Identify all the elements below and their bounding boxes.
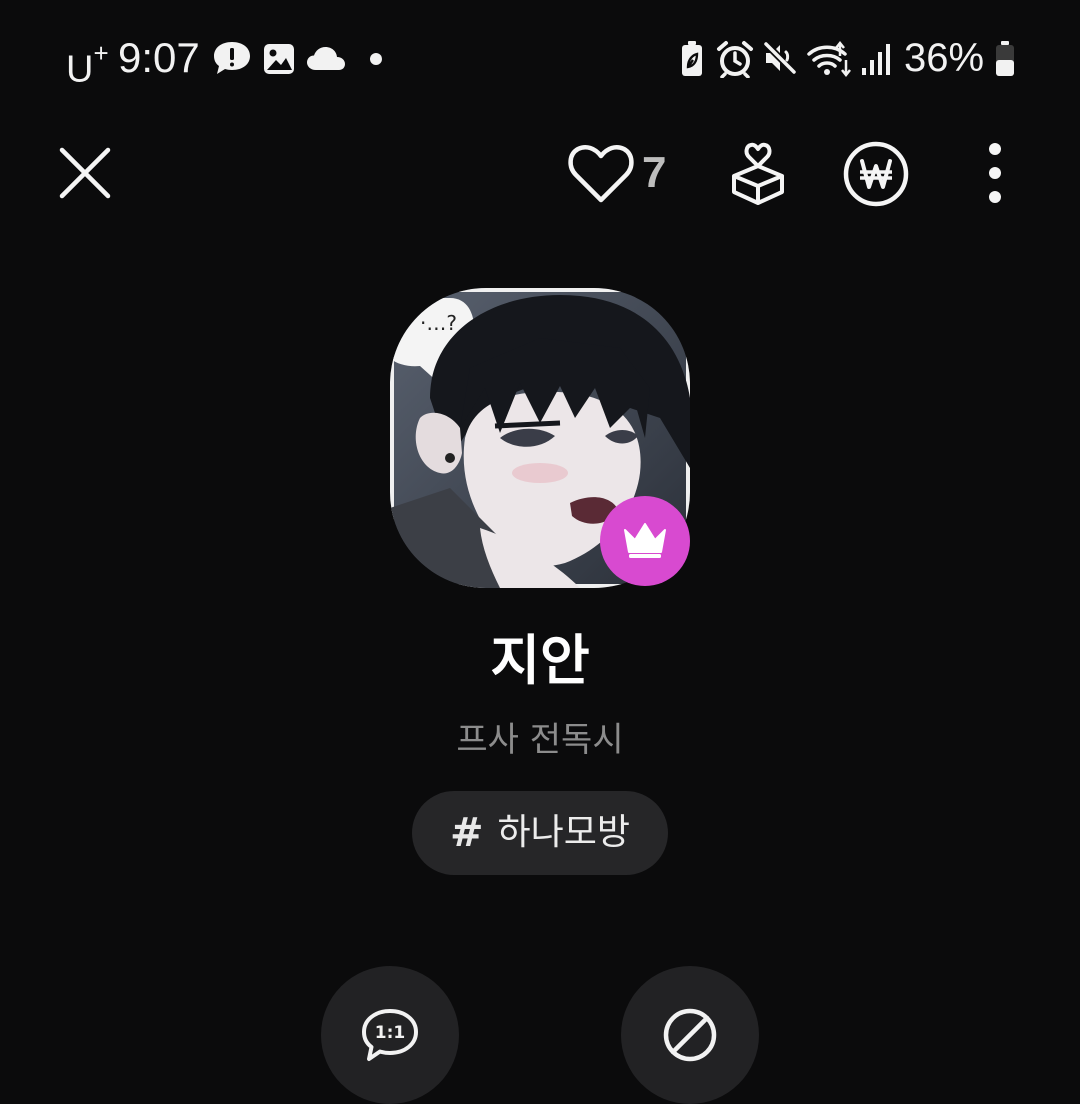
more-button[interactable] — [980, 140, 1010, 206]
won-coin-icon — [843, 141, 909, 207]
close-icon — [59, 147, 111, 199]
more-vertical-icon — [989, 143, 1001, 203]
like-count: 7 — [642, 148, 667, 197]
cloud-icon — [307, 47, 345, 70]
clock: 9:07 — [118, 34, 200, 81]
one-to-one-chat-icon: 1:1 — [362, 1009, 418, 1061]
block-icon — [663, 1008, 717, 1062]
alert-bubble-icon — [214, 42, 250, 74]
svg-text:·…?: ·…? — [420, 311, 457, 335]
battery-percent: 36% — [904, 36, 985, 80]
carrier-label: U+ — [66, 38, 109, 91]
profile-status-message: 프사 전독시 — [456, 720, 624, 760]
signal-icon — [862, 44, 890, 75]
battery-icon — [996, 41, 1014, 76]
mute-icon — [763, 41, 797, 75]
one-to-one-chat-text: 1:1 — [375, 1023, 405, 1043]
hashtag-icon: # — [450, 810, 484, 856]
heart-icon — [568, 145, 634, 203]
close-button[interactable] — [56, 144, 114, 202]
one-to-one-chat-button[interactable]: 1:1 — [321, 966, 459, 1104]
block-button[interactable] — [621, 966, 759, 1104]
alarm-icon — [717, 41, 753, 78]
image-icon — [264, 44, 294, 74]
gift-button[interactable] — [728, 138, 788, 208]
like-button[interactable] — [566, 142, 636, 206]
hashtag-chip[interactable]: # 하나모방 — [412, 791, 668, 875]
crown-icon — [624, 523, 666, 558]
dot-icon — [370, 53, 382, 65]
wifi-icon — [807, 40, 851, 78]
battery-saver-icon — [682, 41, 702, 76]
coin-button[interactable] — [842, 140, 910, 208]
profile-avatar-wrap[interactable]: ·…? — [390, 288, 690, 588]
status-bar: U+ 9:07 36% — [0, 0, 1080, 118]
hashtag-label: 하나모방 — [497, 812, 630, 853]
profile-name: 지안 — [490, 629, 590, 692]
crown-badge — [600, 496, 690, 586]
gift-heart-icon — [732, 142, 784, 205]
